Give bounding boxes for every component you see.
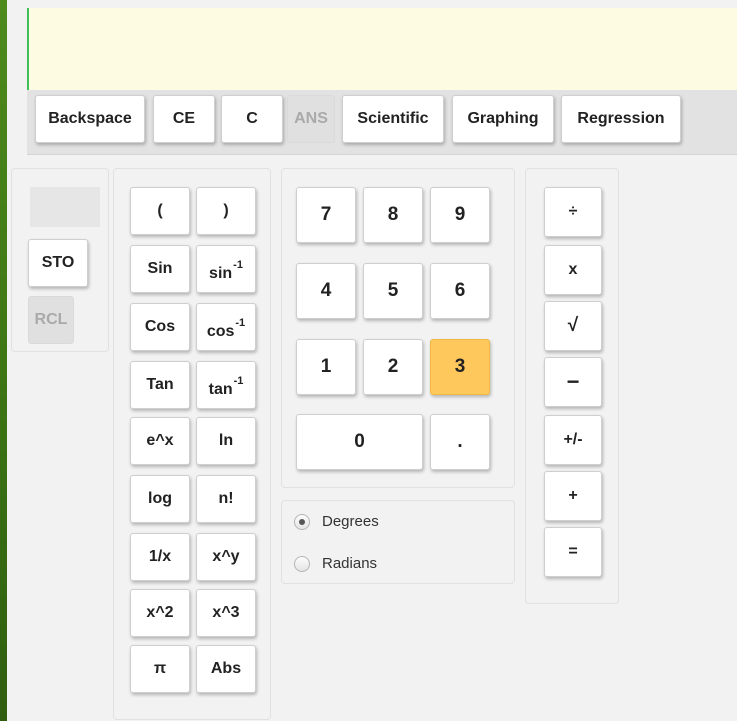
clear-button[interactable]: C [221,95,283,143]
add-button[interactable]: + [544,471,602,521]
multiply-button[interactable]: x [544,245,602,295]
digit-3-button[interactable]: 3 [430,339,490,395]
square-button[interactable]: x^2 [130,589,190,637]
regression-mode-button[interactable]: Regression [561,95,681,143]
ln-button[interactable]: ln [196,417,256,465]
power-button[interactable]: x^y [196,533,256,581]
digit-9-button[interactable]: 9 [430,187,490,243]
calculator: Backspace CE C ANS Scientific Graphing R… [7,0,737,721]
backspace-button[interactable]: Backspace [35,95,145,143]
operators-panel: ÷ x √ − +/- + = [525,168,619,604]
angle-mode-panel: Degrees Radians [281,500,515,584]
cos-button[interactable]: Cos [130,303,190,351]
store-button[interactable]: STO [28,239,88,287]
digit-5-button[interactable]: 5 [363,263,423,319]
arccos-label: cos [206,323,235,340]
arcsin-label: sin [209,265,233,282]
square-root-button[interactable]: √ [544,301,602,351]
degrees-radio[interactable] [294,513,310,530]
abs-button[interactable]: Abs [196,645,256,693]
digit-2-button[interactable]: 2 [363,339,423,395]
arcsin-exponent: -1 [233,259,243,271]
toolbar: Backspace CE C ANS Scientific Graphing R… [27,90,737,155]
decimal-point-button[interactable]: . [430,414,490,470]
radians-option[interactable]: Radians [294,555,377,572]
radians-label: Radians [322,555,378,572]
negate-button[interactable]: +/- [544,415,602,465]
digit-0-button[interactable]: 0 [296,414,423,470]
clear-entry-button[interactable]: CE [153,95,215,143]
digit-6-button[interactable]: 6 [430,263,490,319]
degrees-option[interactable]: Degrees [294,513,379,530]
right-paren-button[interactable]: ) [196,187,256,235]
factorial-button[interactable]: n! [196,475,256,523]
exp-button[interactable]: e^x [130,417,190,465]
digit-8-button[interactable]: 8 [363,187,423,243]
functions-panel: ( ) Sin sin -1 Cos cos -1 Tan tan -1 e^x ln… [113,168,271,720]
recall-button[interactable]: RCL [28,296,74,344]
subtract-button[interactable]: − [544,357,602,407]
tan-button[interactable]: Tan [130,361,190,409]
equals-button[interactable]: = [544,527,602,577]
arcsin-button[interactable]: sin -1 [196,245,256,293]
reciprocal-button[interactable]: 1/x [130,533,190,581]
pi-button[interactable]: π [130,645,190,693]
radians-radio[interactable] [294,555,310,572]
log-button[interactable]: log [130,475,190,523]
memory-panel: STO RCL [11,168,109,352]
graphing-mode-button[interactable]: Graphing [452,95,554,143]
keypad-panel: 7 8 9 4 5 6 1 2 3 0 . [281,168,515,488]
left-paren-button[interactable]: ( [130,187,190,235]
digit-4-button[interactable]: 4 [296,263,356,319]
digit-1-button[interactable]: 1 [296,339,356,395]
arctan-label: tan [208,381,233,398]
degrees-label: Degrees [322,513,379,530]
arctan-exponent: -1 [233,375,244,387]
arccos-exponent: -1 [235,317,246,329]
calculator-display[interactable] [27,8,737,90]
answer-button[interactable]: ANS [287,95,335,143]
divide-button[interactable]: ÷ [544,187,602,237]
arccos-button[interactable]: cos -1 [196,303,256,351]
digit-7-button[interactable]: 7 [296,187,356,243]
scientific-mode-button[interactable]: Scientific [342,95,444,143]
sin-button[interactable]: Sin [130,245,190,293]
arctan-button[interactable]: tan -1 [196,361,256,409]
cube-button[interactable]: x^3 [196,589,256,637]
memory-display [30,187,100,227]
